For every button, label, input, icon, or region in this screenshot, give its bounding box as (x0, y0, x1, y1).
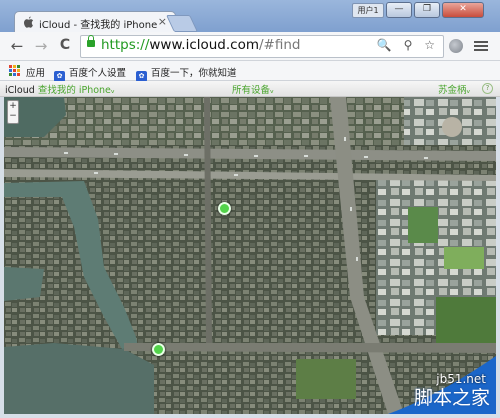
bookmark-baidu-settings[interactable]: ✿ 百度个人设置 (54, 65, 126, 82)
chevron-down-icon: ᵥ (270, 85, 274, 96)
icloud-menu[interactable]: iCloud 查找我的 iPhoneᵥ (5, 82, 115, 96)
bookmarks-bar: 应用 ✿ 百度个人设置 ✿ 百度一下，你就知道 (0, 61, 500, 82)
user-menu[interactable]: 苏金柄ᵥ (438, 82, 470, 96)
chevron-down-icon: ᵥ (110, 85, 115, 96)
zoom-in-button[interactable]: + (8, 101, 18, 111)
address-bar[interactable]: https://www.icloud.com/#find 🔍 ⚲ ☆ (80, 35, 444, 58)
tab-icloud[interactable]: iCloud - 查找我的 iPhone × (14, 11, 176, 34)
forward-icon[interactable]: → (32, 37, 50, 55)
device-location-pin[interactable] (152, 343, 165, 356)
reload-icon[interactable]: C (56, 37, 74, 53)
close-button[interactable]: ✕ (442, 2, 484, 18)
profile-badge[interactable]: 用户1 (352, 3, 384, 18)
zoom-out-button[interactable]: − (8, 111, 18, 121)
bookmark-baidu-search[interactable]: ✿ 百度一下，你就知道 (136, 65, 237, 82)
tab-title: iCloud - 查找我的 iPhone (39, 20, 158, 31)
browser-toolbar: ← → C https://www.icloud.com/#find 🔍 ⚲ ☆ (0, 32, 500, 61)
lock-icon (87, 35, 95, 47)
browser-window: iCloud - 查找我的 iPhone × 用户1 — ❐ ✕ ← → C h… (0, 0, 500, 418)
url-host: www.icloud.com (149, 37, 259, 53)
site-watermark: jb51.net 脚本之家 (368, 356, 496, 414)
title-bar: iCloud - 查找我的 iPhone × 用户1 — ❐ ✕ (0, 0, 500, 34)
url-text: https://www.icloud.com/#find (101, 37, 301, 53)
zoom-control[interactable]: + − (7, 100, 19, 124)
apps-icon[interactable] (9, 65, 20, 76)
watermark-text: 脚本之家 (413, 387, 490, 409)
url-path: /#find (259, 37, 301, 53)
omnibox-icons[interactable]: 🔍 ⚲ ☆ (377, 38, 439, 52)
tab-close-icon[interactable]: × (158, 15, 167, 28)
restore-button[interactable]: ❐ (414, 2, 440, 18)
bookmark-label: 百度一下，你就知道 (151, 68, 237, 79)
app-name: 查找我的 iPhone (37, 85, 111, 96)
help-icon[interactable]: ? (482, 83, 493, 94)
bookmark-apps[interactable]: 应用 (26, 65, 45, 79)
minimize-button[interactable]: — (386, 2, 412, 18)
url-scheme: https:// (101, 37, 150, 53)
back-icon[interactable]: ← (8, 37, 26, 55)
chevron-down-icon: ᵥ (466, 85, 471, 96)
apple-icon (24, 16, 34, 28)
all-devices-label: 所有设备 (232, 85, 271, 96)
all-devices-dropdown[interactable]: 所有设备ᵥ (232, 82, 274, 96)
icloud-brand: iCloud (5, 85, 35, 96)
extension-globe-icon[interactable] (449, 39, 463, 53)
device-location-pin[interactable] (218, 202, 231, 215)
user-name: 苏金柄 (438, 85, 467, 96)
satellite-map[interactable]: + − jb51.net 脚本之家 (4, 97, 496, 414)
bookmark-label: 百度个人设置 (69, 68, 127, 79)
icloud-app-bar: iCloud 查找我的 iPhoneᵥ 所有设备ᵥ 苏金柄ᵥ ? (0, 81, 500, 97)
menu-icon[interactable] (474, 39, 488, 53)
